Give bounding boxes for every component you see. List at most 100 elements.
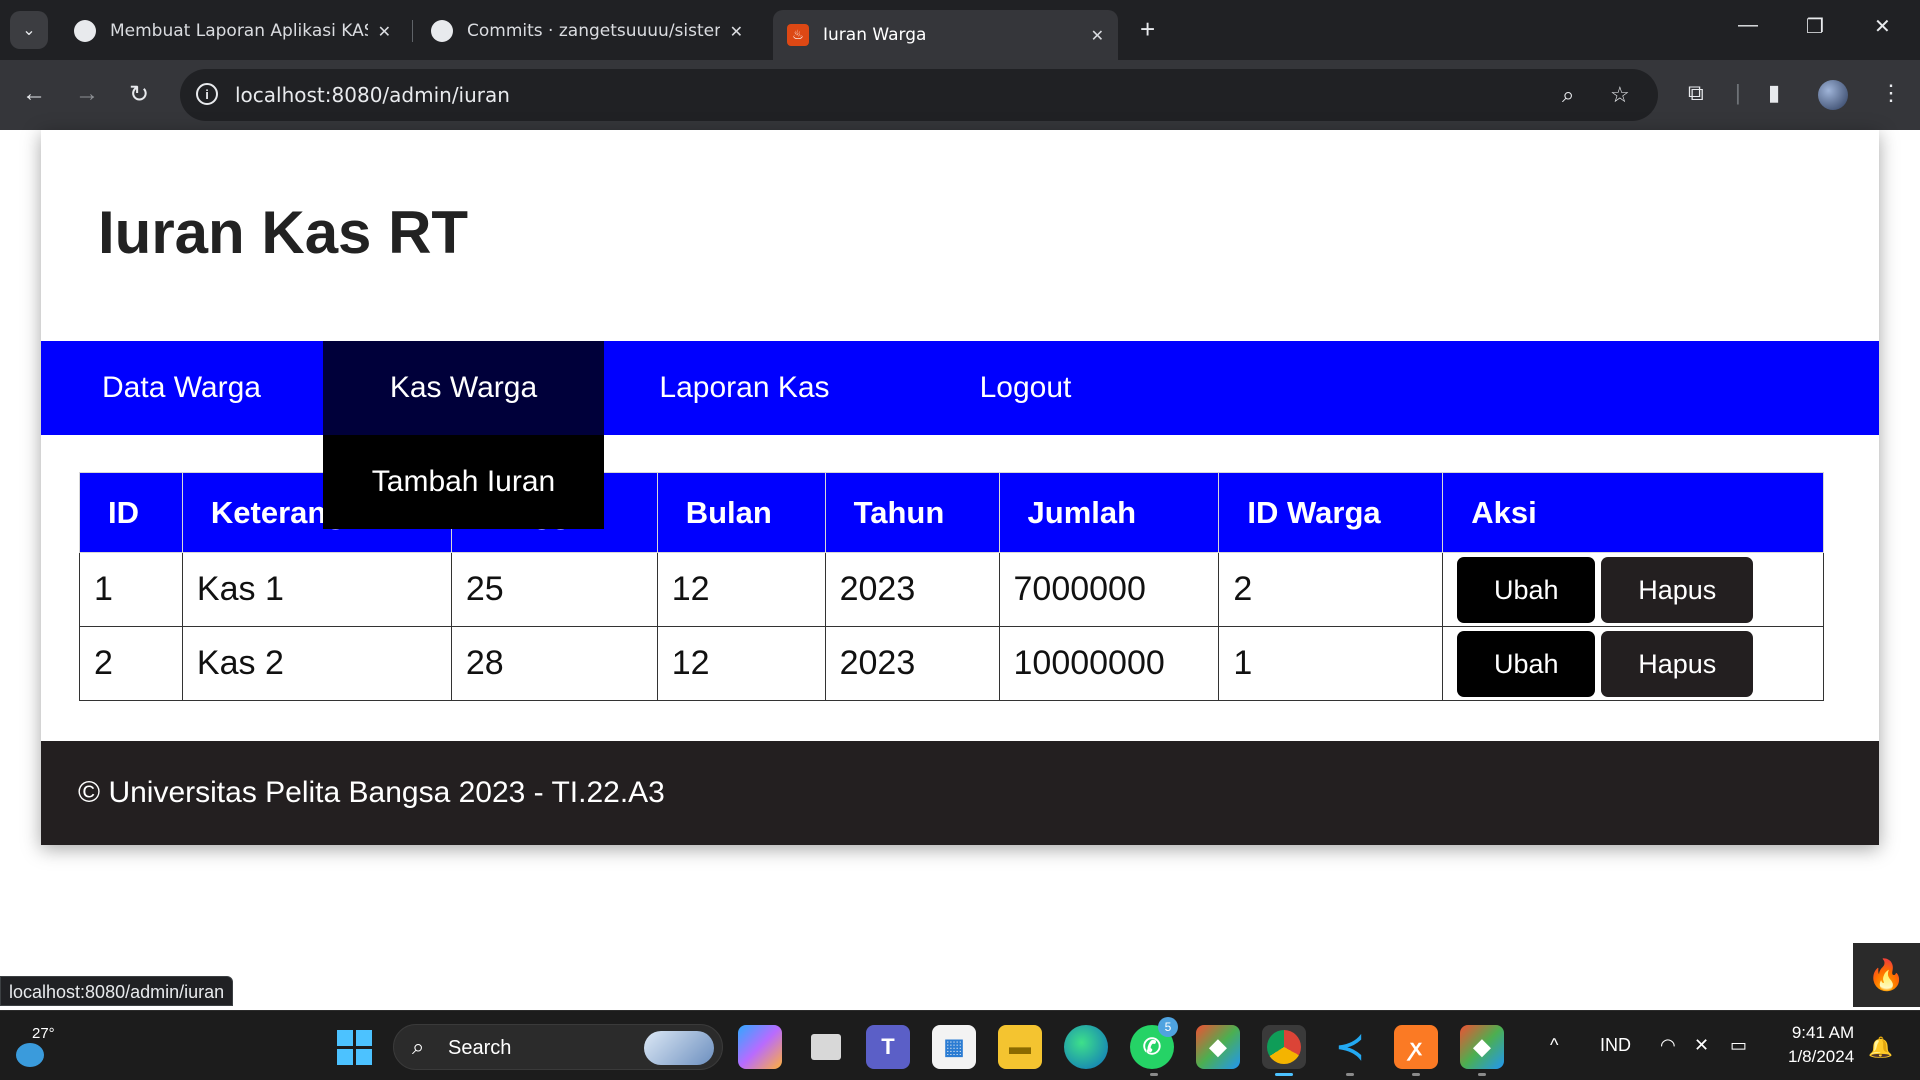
- nav-data-warga[interactable]: Data Warga: [41, 341, 322, 435]
- start-button[interactable]: [332, 1025, 376, 1069]
- reload-icon[interactable]: ↻: [129, 80, 149, 109]
- edge-icon[interactable]: [1064, 1025, 1108, 1069]
- copilot-icon[interactable]: [738, 1025, 782, 1069]
- battery-icon[interactable]: ▭: [1730, 1035, 1747, 1056]
- nav-laporan-kas[interactable]: Laporan Kas: [604, 341, 885, 435]
- weather-icon: [16, 1043, 44, 1067]
- page-footer: © Universitas Pelita Bangsa 2023 - TI.22…: [41, 741, 1879, 845]
- speaker-muted-icon[interactable]: ✕: [1694, 1035, 1709, 1056]
- running-indicator: [1412, 1073, 1420, 1076]
- nav-logout[interactable]: Logout: [885, 341, 1166, 435]
- teams-icon[interactable]: T: [866, 1025, 910, 1069]
- close-window-button[interactable]: ✕: [1874, 14, 1891, 39]
- cell-tanggal: 28: [450, 626, 658, 701]
- taskbar-search[interactable]: ⌕ Search: [393, 1024, 723, 1070]
- hapus-button[interactable]: Hapus: [1601, 556, 1754, 623]
- clock-time: 9:41 AM: [1791, 1023, 1855, 1042]
- chrome-icon[interactable]: [1262, 1025, 1306, 1069]
- new-tab-button[interactable]: +: [1140, 14, 1155, 45]
- cell-bulan: 12: [656, 626, 826, 701]
- page-container: Iuran Kas RT Data Warga Kas Warga Lapora…: [41, 130, 1879, 845]
- profile-avatar[interactable]: [1818, 80, 1848, 110]
- windows-logo-icon: [336, 1029, 372, 1065]
- column-header-jumlah: Jumlah: [998, 472, 1220, 553]
- cell-tahun: 2023: [824, 552, 1000, 627]
- file-explorer-icon[interactable]: ▬: [998, 1025, 1042, 1069]
- git-gui-icon[interactable]: ◆: [1196, 1025, 1240, 1069]
- column-header-bulan: Bulan: [656, 472, 826, 553]
- address-url[interactable]: localhost:8080/admin/iuran: [235, 83, 510, 107]
- zoom-icon[interactable]: ⌕: [1562, 82, 1574, 108]
- cell-aksi: Ubah Hapus: [1442, 626, 1824, 701]
- cell-aksi: Ubah Hapus: [1442, 552, 1824, 627]
- address-bar[interactable]: i localhost:8080/admin/iuran ⌕ ☆: [180, 69, 1658, 121]
- xampp-icon[interactable]: ꭗ: [1394, 1025, 1438, 1069]
- table-row: 2 Kas 2 28 12 2023 10000000 1 Ubah Hapus: [79, 626, 1824, 701]
- extensions-icon[interactable]: ⧉: [1688, 80, 1704, 106]
- cell-tahun: 2023: [824, 626, 1000, 701]
- system-clock[interactable]: 9:41 AM 1/8/2024: [1788, 1021, 1854, 1069]
- cell-id-warga: 1: [1218, 626, 1444, 701]
- git-bash-icon[interactable]: ◆: [1460, 1025, 1504, 1069]
- cell-bulan: 12: [656, 552, 826, 627]
- page-title: Iuran Kas RT: [98, 199, 469, 266]
- browser-toolbar: ← → ↻ i localhost:8080/admin/iuran ⌕ ☆ ⧉…: [0, 60, 1920, 130]
- tab-search-button[interactable]: ⌄: [10, 11, 48, 49]
- tab-iuran-warga[interactable]: ♨ Iuran Warga ✕: [773, 10, 1118, 60]
- task-view-icon[interactable]: [804, 1025, 848, 1069]
- ubah-button[interactable]: Ubah: [1457, 556, 1596, 623]
- close-tab-icon[interactable]: ✕: [1091, 26, 1104, 45]
- wifi-icon[interactable]: ◠: [1660, 1035, 1676, 1056]
- github-icon: [431, 20, 453, 42]
- dropdown-tambah-iuran[interactable]: Tambah Iuran: [323, 435, 604, 529]
- bookmark-star-icon[interactable]: ☆: [1610, 82, 1630, 108]
- restore-button[interactable]: ❐: [1806, 14, 1824, 39]
- weather-temp: 27°: [32, 1025, 55, 1042]
- windows-taskbar: 27° ⌕ Search T ▦ ▬ ✆ 5 ◆ ≺ ꭗ ◆ ^ IND ◠ ✕…: [0, 1010, 1920, 1080]
- tab-separator: [412, 20, 413, 42]
- running-indicator: [1346, 1073, 1354, 1076]
- tab-title: Membuat Laporan Aplikasi KAS: [110, 21, 368, 41]
- cell-id: 1: [79, 552, 183, 627]
- browser-tab-strip: ⌄ Membuat Laporan Aplikasi KAS ✕ Commits…: [0, 0, 1920, 60]
- nav-kas-warga[interactable]: Kas Warga: [323, 341, 604, 435]
- minimize-button[interactable]: —: [1738, 14, 1758, 37]
- cell-jumlah: 7000000: [998, 552, 1220, 627]
- clock-date: 1/8/2024: [1788, 1047, 1855, 1066]
- toolbar-divider: |: [1735, 80, 1741, 105]
- codeigniter-icon[interactable]: 🔥: [1853, 943, 1920, 1007]
- notification-bell-icon[interactable]: 🔔: [1868, 1035, 1893, 1060]
- column-header-id-warga: ID Warga: [1218, 472, 1444, 553]
- whatsapp-badge: 5: [1158, 1017, 1178, 1037]
- vscode-icon[interactable]: ≺: [1328, 1025, 1372, 1069]
- column-header-aksi: Aksi: [1442, 472, 1824, 553]
- cell-id-warga: 2: [1218, 552, 1444, 627]
- language-indicator[interactable]: IND: [1600, 1035, 1631, 1056]
- cell-id: 2: [79, 626, 183, 701]
- side-panel-icon[interactable]: ▮: [1768, 80, 1780, 106]
- running-indicator: [1150, 1073, 1158, 1076]
- ubah-button[interactable]: Ubah: [1457, 630, 1596, 697]
- cell-tanggal: 25: [450, 552, 658, 627]
- column-header-tahun: Tahun: [824, 472, 1000, 553]
- search-icon: ⌕: [412, 1034, 425, 1059]
- tab-github-commits[interactable]: Commits · zangetsuuuu/sistem ✕: [417, 10, 757, 52]
- menu-kebab-icon[interactable]: ⋮: [1880, 80, 1902, 106]
- running-indicator: [1478, 1073, 1486, 1076]
- site-info-icon[interactable]: i: [196, 83, 218, 105]
- tab-github-laporan[interactable]: Membuat Laporan Aplikasi KAS ✕: [60, 10, 405, 52]
- codeigniter-icon: ♨: [787, 24, 809, 46]
- close-tab-icon[interactable]: ✕: [730, 22, 743, 41]
- microsoft-store-icon[interactable]: ▦: [932, 1025, 976, 1069]
- column-header-id: ID: [79, 472, 183, 553]
- search-highlight-image: [644, 1031, 714, 1065]
- hapus-button[interactable]: Hapus: [1601, 630, 1754, 697]
- forward-icon[interactable]: →: [75, 80, 99, 108]
- cell-jumlah: 10000000: [998, 626, 1220, 701]
- tab-title: Iuran Warga: [823, 25, 927, 45]
- table-row: 1 Kas 1 25 12 2023 7000000 2 Ubah Hapus: [79, 552, 1824, 627]
- show-hidden-icons-chevron-icon[interactable]: ^: [1550, 1035, 1558, 1056]
- running-indicator-active: [1275, 1073, 1293, 1076]
- close-tab-icon[interactable]: ✕: [378, 22, 391, 41]
- back-icon[interactable]: ←: [22, 80, 46, 108]
